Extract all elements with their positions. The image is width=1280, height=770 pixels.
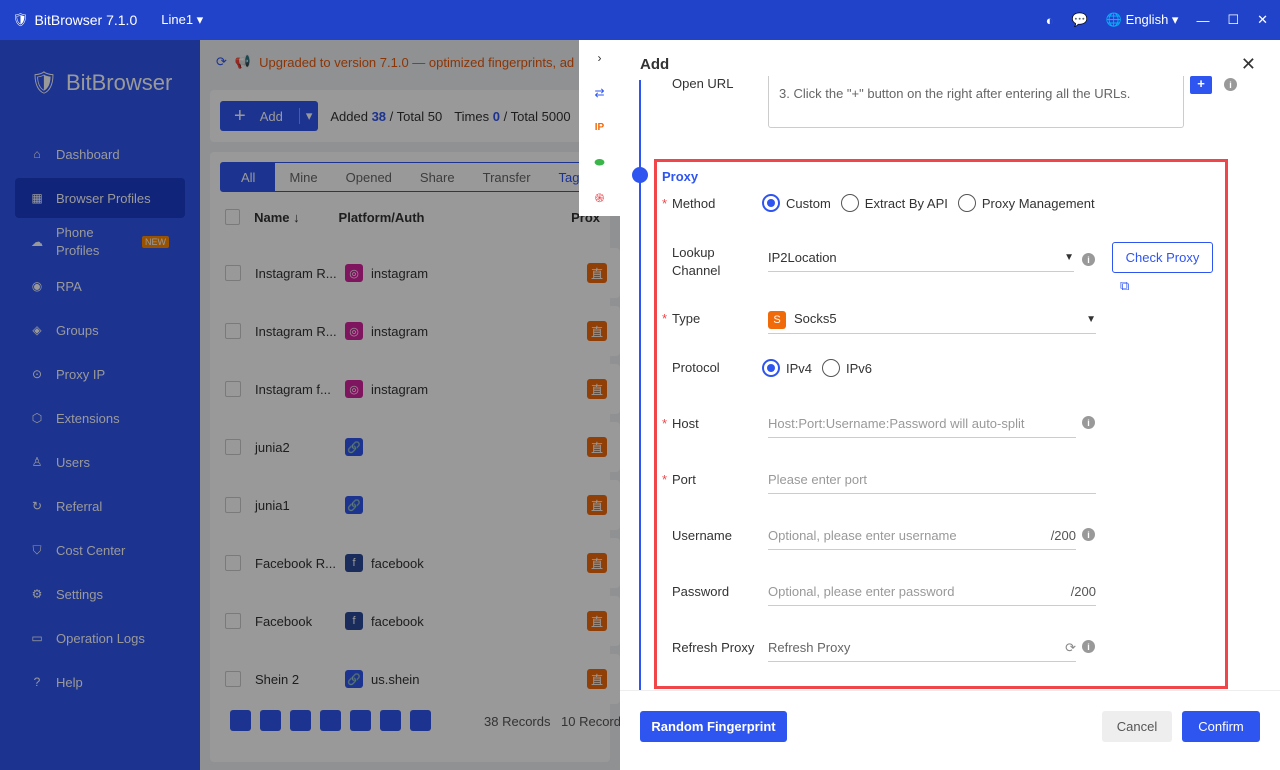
method-radio-group: Custom Extract By API Proxy Management xyxy=(762,194,1105,212)
language-select[interactable]: 🌐 English ▾ xyxy=(1106,12,1179,28)
method-management-radio[interactable]: Proxy Management xyxy=(957,194,1095,212)
info-icon: i xyxy=(1082,640,1095,653)
lookup-channel-label: Lookup Channel xyxy=(672,245,721,278)
chevron-down-icon: ▼ xyxy=(1086,314,1096,325)
protocol-ipv4-radio[interactable]: IPv4 xyxy=(762,359,812,377)
confirm-button[interactable]: Confirm xyxy=(1182,711,1260,742)
port-input[interactable]: Please enter port xyxy=(768,466,1096,494)
copy-icon[interactable]: ⧉ xyxy=(1120,278,1129,294)
close-icon[interactable]: ✕ xyxy=(1241,54,1256,75)
title-bar: 🛡 BitBrowser 7.1.0 Line1 ▾ ◐ 💬 🌐 English… xyxy=(0,0,1280,40)
info-icon: i xyxy=(1082,528,1095,541)
step-dot xyxy=(632,167,648,183)
protocol-ipv6-radio[interactable]: IPv6 xyxy=(822,359,872,377)
open-url-textarea[interactable]: 3. Click the "+" button on the right aft… xyxy=(768,76,1184,128)
ip-icon[interactable]: IP xyxy=(595,110,604,145)
minimize-button[interactable]: — xyxy=(1196,13,1209,28)
check-proxy-button[interactable]: Check Proxy xyxy=(1112,242,1213,273)
drawer-title: Add xyxy=(640,56,670,73)
random-fingerprint-button[interactable]: Random Fingerprint xyxy=(640,711,787,742)
floating-toolbar: › ⇄ IP ⬬ ֍ xyxy=(579,40,620,216)
chevron-down-icon: ▼ xyxy=(1064,252,1074,263)
refresh-icon: ⟳ xyxy=(1065,639,1076,655)
sync-screen-icon[interactable]: ⇄ xyxy=(594,75,604,110)
support-icon[interactable]: 💬 xyxy=(1072,12,1088,28)
drawer-footer: Random Fingerprint Cancel Confirm xyxy=(620,690,1280,770)
toggle-icon[interactable]: ⬬ xyxy=(594,145,604,180)
port-label: Port xyxy=(672,472,696,487)
language-label: English ▾ xyxy=(1125,12,1179,27)
method-custom-radio[interactable]: Custom xyxy=(762,194,831,212)
app-logo-icon: 🛡 xyxy=(12,12,29,27)
maximize-button[interactable]: ☐ xyxy=(1227,12,1239,28)
password-label: Password xyxy=(672,584,730,599)
close-window-button[interactable]: ✕ xyxy=(1257,12,1268,28)
info-icon: i xyxy=(1082,416,1095,429)
username-label: Username xyxy=(672,528,732,543)
username-input[interactable]: Optional, please enter username/200 xyxy=(768,522,1076,550)
type-select[interactable]: S Socks5 ▼ xyxy=(768,306,1096,334)
add-url-button[interactable]: + xyxy=(1190,76,1212,94)
info-icon: i xyxy=(1082,253,1095,266)
refresh-proxy-label: Refresh Proxy xyxy=(672,640,755,655)
fingerprint-icon[interactable]: ֍ xyxy=(595,180,605,215)
socks5-icon: S xyxy=(768,310,786,329)
refresh-proxy-input[interactable]: Refresh Proxy ⟳ xyxy=(768,634,1076,662)
lookup-channel-select[interactable]: IP2Location ▼ xyxy=(768,244,1074,272)
password-input[interactable]: Optional, please enter password/200 xyxy=(768,578,1096,606)
app-title: BitBrowser 7.1.0 xyxy=(34,12,138,28)
open-url-label: Open URL xyxy=(672,76,734,91)
method-api-radio[interactable]: Extract By API xyxy=(840,194,948,212)
theme-toggle[interactable]: ◐ xyxy=(1046,13,1054,28)
globe-icon: 🌐 xyxy=(1105,12,1126,27)
collapse-chevron-icon[interactable]: › xyxy=(598,40,602,75)
open-url-hint: 3. Click the "+" button on the right aft… xyxy=(779,86,1131,101)
type-label: Type xyxy=(672,311,701,326)
host-input[interactable]: Host:Port:Username:Password will auto-sp… xyxy=(768,410,1076,438)
protocol-label: Protocol xyxy=(672,360,720,375)
cancel-button[interactable]: Cancel xyxy=(1102,711,1172,742)
host-label: Host xyxy=(672,416,699,431)
line-select[interactable]: Line1 ▾ xyxy=(161,12,203,28)
method-label: Method xyxy=(672,196,716,211)
proxy-section-title: Proxy xyxy=(662,169,699,184)
info-icon: i xyxy=(1224,78,1237,91)
protocol-radio-group: IPv4 IPv6 xyxy=(762,359,882,377)
add-profile-drawer: Add ✕ Open URL 3. Click the "+" button o… xyxy=(620,40,1280,770)
